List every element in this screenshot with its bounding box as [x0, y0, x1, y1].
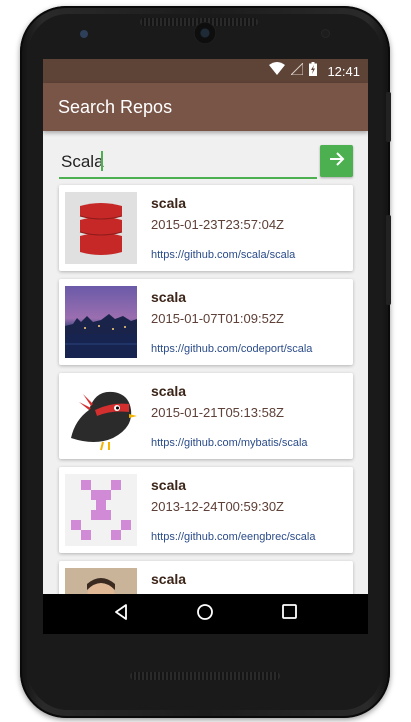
repo-name: scala — [151, 195, 187, 211]
status-bar: 12:41 — [43, 59, 368, 83]
proximity-sensor — [322, 30, 329, 37]
wifi-icon — [269, 62, 286, 80]
home-icon — [196, 603, 214, 626]
search-row — [59, 145, 355, 179]
repo-name: scala — [151, 571, 187, 587]
repo-name: scala — [151, 383, 187, 399]
text-cursor — [101, 151, 103, 171]
screen: 12:41 Search Repos Scala scala 2015-01-2… — [43, 59, 368, 634]
repo-card[interactable]: scala 2015-01-21T05:13:58Z https://githu… — [59, 373, 353, 459]
front-camera-icon — [194, 22, 216, 44]
identicon-avatar — [65, 474, 137, 546]
recents-button[interactable] — [270, 594, 310, 634]
repo-card[interactable]: scala 2013-12-24T00:59:30Z https://githu… — [59, 467, 353, 553]
repo-card[interactable]: scala 2015-01-23T23:57:04Z https://githu… — [59, 185, 353, 271]
back-button[interactable] — [101, 594, 141, 634]
repo-card[interactable]: scala 2015-01-07T01:09:52Z https://githu… — [59, 279, 353, 365]
repo-date: 2015-01-23T23:57:04Z — [151, 217, 284, 232]
recents-icon — [282, 604, 298, 624]
repo-name: scala — [151, 477, 187, 493]
arrow-right-icon — [329, 151, 345, 171]
repo-name: scala — [151, 289, 187, 305]
repo-date: 2015-01-21T05:13:58Z — [151, 405, 284, 420]
repo-date: 2013-12-24T00:59:30Z — [151, 499, 284, 514]
battery-charging-icon — [309, 61, 318, 81]
repo-url-link[interactable]: https://github.com/mybatis/scala — [151, 437, 308, 449]
back-icon — [113, 603, 129, 625]
home-button[interactable] — [185, 594, 225, 634]
search-button[interactable] — [320, 145, 353, 177]
repo-list: scala 2015-01-23T23:57:04Z https://githu… — [59, 185, 355, 634]
scala-logo-avatar — [65, 192, 137, 264]
search-input[interactable] — [59, 145, 317, 179]
repo-url-link[interactable]: https://github.com/eengbrec/scala — [151, 531, 315, 543]
signal-icon — [290, 61, 304, 80]
repo-url-link[interactable]: https://github.com/scala/scala — [151, 249, 295, 261]
ninja-bird-avatar — [65, 380, 137, 452]
bottom-speaker — [130, 672, 280, 680]
volume-button — [386, 215, 391, 305]
navigation-bar — [43, 594, 368, 634]
power-button — [386, 92, 391, 142]
notification-led — [80, 30, 88, 38]
status-clock: 12:41 — [327, 63, 360, 79]
app-title: Search Repos — [58, 96, 173, 117]
city-photo-avatar — [65, 286, 137, 358]
repo-url-link[interactable]: https://github.com/codeport/scala — [151, 343, 312, 355]
repo-date: 2015-01-07T01:09:52Z — [151, 311, 284, 326]
app-bar: Search Repos — [43, 83, 368, 131]
